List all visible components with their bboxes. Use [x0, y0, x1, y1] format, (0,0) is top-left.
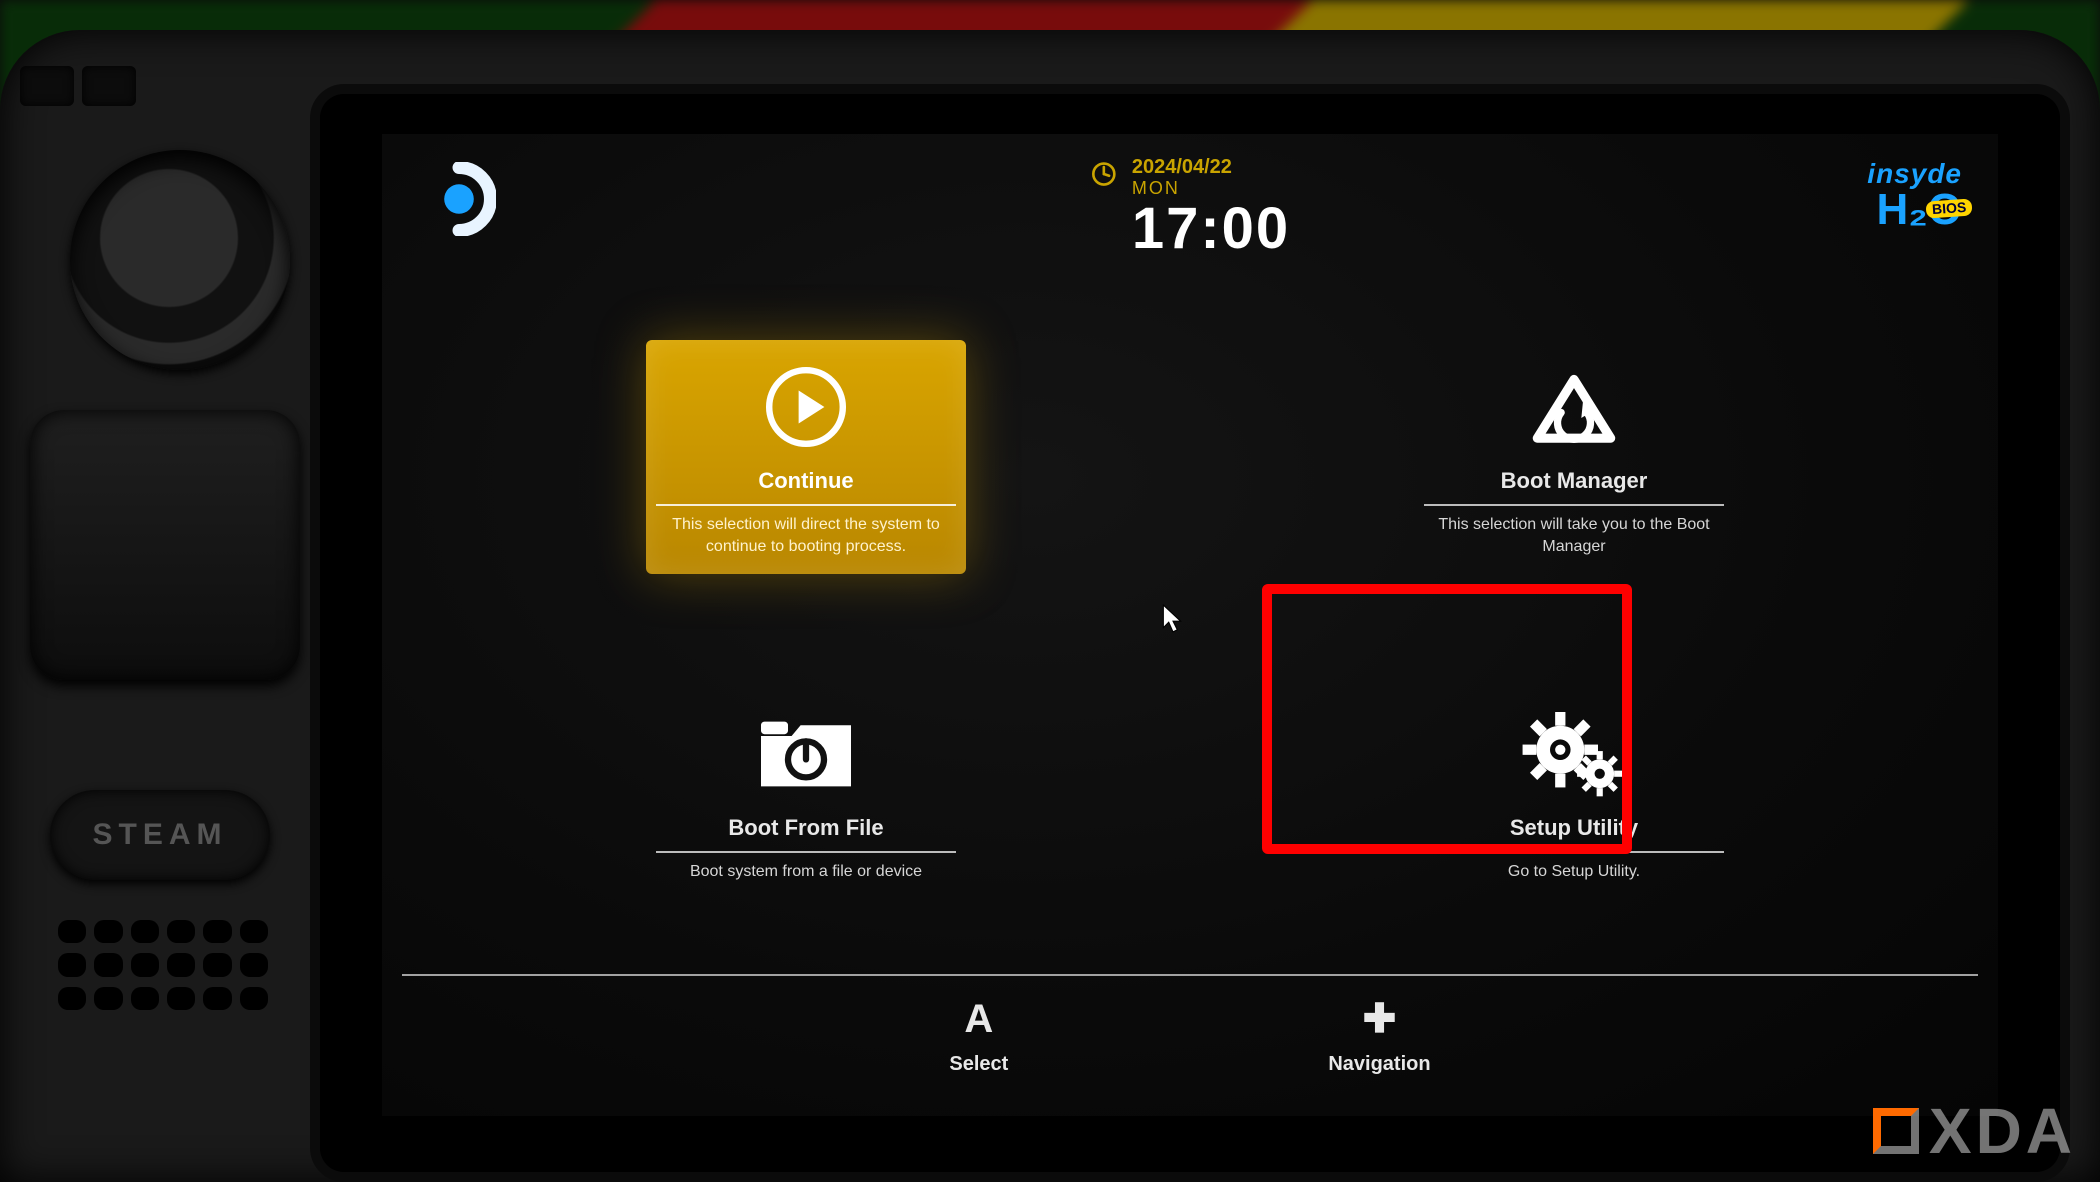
site-watermark: XDA: [1873, 1094, 2076, 1168]
tile-divider: [656, 504, 956, 506]
steam-button-label: STEAM: [93, 818, 228, 852]
tile-description: Go to Setup Utility.: [1508, 861, 1640, 883]
left-trackpad[interactable]: [30, 410, 300, 680]
tile-setup-utility[interactable]: Setup Utility Go to Setup Utility.: [1414, 687, 1734, 899]
tile-title: Continue: [758, 468, 853, 494]
tile-description: Boot system from a file or device: [690, 861, 922, 883]
menu-button[interactable]: [82, 66, 136, 106]
gears-icon: [1514, 699, 1634, 809]
tile-title: Boot From File: [728, 815, 883, 841]
menu-grid: Continue This selection will direct the …: [552, 314, 1828, 936]
tile-continue[interactable]: Continue This selection will direct the …: [646, 340, 966, 573]
play-icon: [760, 352, 852, 462]
tile-divider: [656, 851, 956, 853]
tile-title: Setup Utility: [1510, 815, 1638, 841]
vendor-badge: BIOS: [1925, 198, 1972, 218]
tile-boot-manager[interactable]: Boot Manager This selection will take yo…: [1414, 340, 1734, 573]
screen-bezel: 2024/04/22 MON 17:00 insyde H₂O BIOS: [320, 94, 2060, 1172]
steam-button[interactable]: STEAM: [50, 790, 270, 880]
watermark-icon: [1873, 1108, 1919, 1154]
hint-navigation: ✚ Navigation: [1328, 999, 1430, 1076]
folder-power-icon: [751, 699, 861, 809]
view-button[interactable]: [20, 66, 74, 106]
header-time: 17:00: [1132, 195, 1290, 262]
clock-icon: [1090, 160, 1118, 188]
hint-navigation-label: Navigation: [1328, 1053, 1430, 1076]
recycle-icon: [1519, 352, 1629, 462]
hint-select: A Select: [949, 999, 1008, 1076]
a-button-icon: A: [949, 999, 1008, 1039]
tile-title: Boot Manager: [1501, 468, 1648, 494]
speaker-grille: [58, 920, 268, 1010]
clock-block: 2024/04/22 MON 17:00: [1090, 156, 1290, 262]
bios-screen: 2024/04/22 MON 17:00 insyde H₂O BIOS: [382, 134, 1998, 1116]
footer-divider: [402, 974, 1978, 976]
input-hints: A Select ✚ Navigation: [382, 999, 1998, 1076]
tile-description: This selection will direct the system to…: [656, 514, 956, 557]
firmware-logo-icon: [422, 162, 496, 236]
watermark-text: XDA: [1929, 1094, 2076, 1168]
hint-select-label: Select: [949, 1053, 1008, 1076]
tile-description: This selection will take you to the Boot…: [1424, 514, 1724, 557]
header-date: 2024/04/22: [1132, 156, 1290, 178]
handheld-device-body: STEAM 2024/04/22: [0, 30, 2100, 1182]
tile-divider: [1424, 851, 1724, 853]
dpad-icon: ✚: [1328, 999, 1430, 1039]
tile-divider: [1424, 504, 1724, 506]
vendor-brand: insyde H₂O BIOS: [1822, 158, 1962, 230]
tile-boot-from-file[interactable]: Boot From File Boot system from a file o…: [646, 687, 966, 899]
left-thumbstick[interactable]: [70, 150, 290, 370]
